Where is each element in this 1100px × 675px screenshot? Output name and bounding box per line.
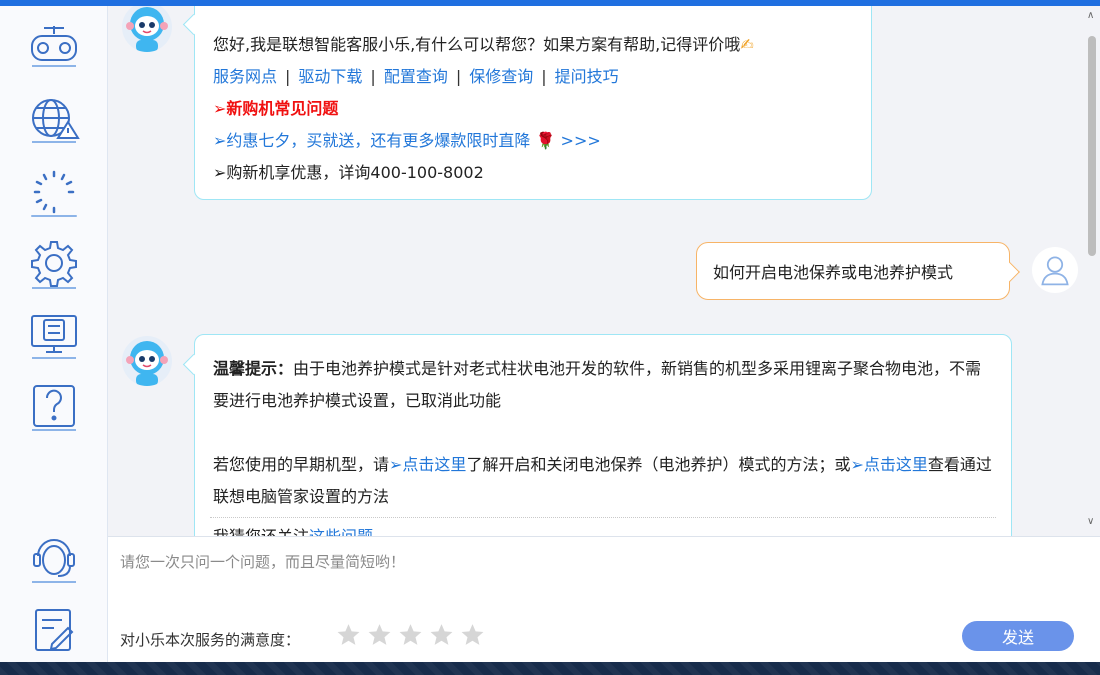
message-input-area[interactable]: 请您一次只问一个问题，而且尽量简短哟！ 对小乐本次服务的满意度： 发送	[108, 536, 1100, 662]
bot-avatar	[122, 6, 172, 52]
customer-service-headset-icon	[32, 539, 76, 583]
link-qixi-promo[interactable]: ➢约惠七夕，买就送，还有更多爆款限时直降 🌹 >>>	[213, 125, 871, 157]
quick-links-row: 服务网点 | 驱动下载 | 配置查询 | 保修查询 | 提问技巧	[213, 67, 619, 86]
dotted-divider	[210, 517, 996, 518]
robot-mascot-icon	[126, 7, 168, 52]
sidebar-item-settings[interactable]	[24, 234, 84, 294]
welcome-line: 您好,我是联想智能客服小乐,有什么可以帮您？如果方案有帮助,记得评价哦✍	[213, 29, 871, 61]
bot-message-welcome: 您好,我是联想智能客服小乐,有什么可以帮您？如果方案有帮助,记得评价哦✍ 服务网…	[194, 6, 872, 200]
star-icon[interactable]	[398, 622, 423, 647]
tip-label: 温馨提示：	[213, 359, 294, 378]
monitor-settings-icon	[31, 315, 77, 359]
user-message-text: 如何开启电池保养或电池养护模式	[713, 263, 954, 282]
link-warranty-query[interactable]: 保修查询	[469, 67, 533, 86]
related-questions: 我猜您还关注这些问题	[213, 521, 373, 536]
link-driver-download[interactable]: 驱动下载	[298, 67, 362, 86]
click-here-link-1[interactable]: ➢点击这里	[389, 455, 466, 474]
rating-label: 对小乐本次服务的满意度：	[120, 631, 301, 649]
answer-instructions: 若您使用的早期机型，请➢点击这里了解开启和关闭电池保养（电池养护）模式的方法；或…	[213, 455, 992, 506]
message-input-placeholder[interactable]: 请您一次只问一个问题，而且尽量简短哟！	[120, 551, 405, 572]
chat-window: 您好,我是联想智能客服小乐,有什么可以帮您？如果方案有帮助,记得评价哦✍ 服务网…	[0, 6, 1100, 662]
user-avatar	[1032, 247, 1078, 293]
sidebar-item-help[interactable]	[24, 378, 84, 438]
loading-spinner-icon	[31, 170, 77, 217]
sidebar	[0, 6, 108, 662]
sidebar-item-system[interactable]	[24, 306, 84, 366]
hotline-text: ➢购新机享优惠，详询400-100-8002	[213, 163, 484, 182]
answer-tip: 温馨提示：由于电池养护模式是针对老式柱状电池开发的软件，新销售的机型多采用锂离子…	[213, 353, 993, 417]
robot-mascot-icon	[126, 341, 168, 386]
gear-icon	[31, 241, 77, 289]
link-new-machine-faq[interactable]: ➢新购机常见问题	[213, 93, 871, 125]
hand-pointer-icon: ✍	[740, 35, 754, 54]
link-question-tips[interactable]: 提问技巧	[555, 67, 619, 86]
star-icon[interactable]	[336, 622, 361, 647]
send-button[interactable]: 发送	[962, 621, 1074, 651]
welcome-text: 您好,我是联想智能客服小乐,有什么可以帮您？如果方案有帮助,记得评价哦	[213, 35, 741, 54]
bot-message-answer: 温馨提示：由于电池养护模式是针对老式柱状电池开发的软件，新销售的机型多采用锂离子…	[194, 334, 1012, 536]
star-icon[interactable]	[460, 622, 485, 647]
feedback-edit-icon	[35, 609, 74, 651]
user-icon	[1041, 256, 1069, 286]
sidebar-item-feedback[interactable]	[24, 600, 84, 660]
user-message: 如何开启电池保养或电池养护模式	[696, 242, 1010, 300]
satisfaction-rating[interactable]	[336, 622, 485, 647]
sidebar-item-human-service[interactable]	[24, 528, 84, 588]
sidebar-item-network[interactable]	[24, 90, 84, 150]
sidebar-item-game[interactable]	[24, 18, 84, 78]
bot-avatar	[122, 336, 172, 386]
question-icon	[32, 385, 76, 431]
chat-scrollbar[interactable]: ∧ ∨	[1084, 6, 1100, 536]
gamepad-icon	[31, 26, 77, 67]
globe-warning-icon	[32, 99, 80, 143]
click-here-link-2[interactable]: ➢点击这里	[850, 455, 927, 474]
star-icon[interactable]	[429, 622, 454, 647]
scrollbar-thumb[interactable]	[1088, 36, 1096, 256]
rose-icon: 🌹	[535, 131, 556, 150]
chat-history[interactable]: 您好,我是联想智能客服小乐,有什么可以帮您？如果方案有帮助,记得评价哦✍ 服务网…	[108, 6, 1100, 536]
star-icon[interactable]	[367, 622, 392, 647]
tip-text: 由于电池养护模式是针对老式柱状电池开发的软件，新销售的机型多采用锂离子聚合物电池…	[213, 359, 982, 410]
related-questions-link[interactable]: 这些问题	[309, 527, 373, 536]
link-service-outlets[interactable]: 服务网点	[213, 67, 277, 86]
scroll-down-arrow-icon[interactable]: ∨	[1087, 516, 1094, 527]
scroll-up-arrow-icon[interactable]: ∧	[1087, 10, 1094, 21]
link-config-query[interactable]: 配置查询	[384, 67, 448, 86]
sidebar-item-performance[interactable]	[24, 162, 84, 222]
